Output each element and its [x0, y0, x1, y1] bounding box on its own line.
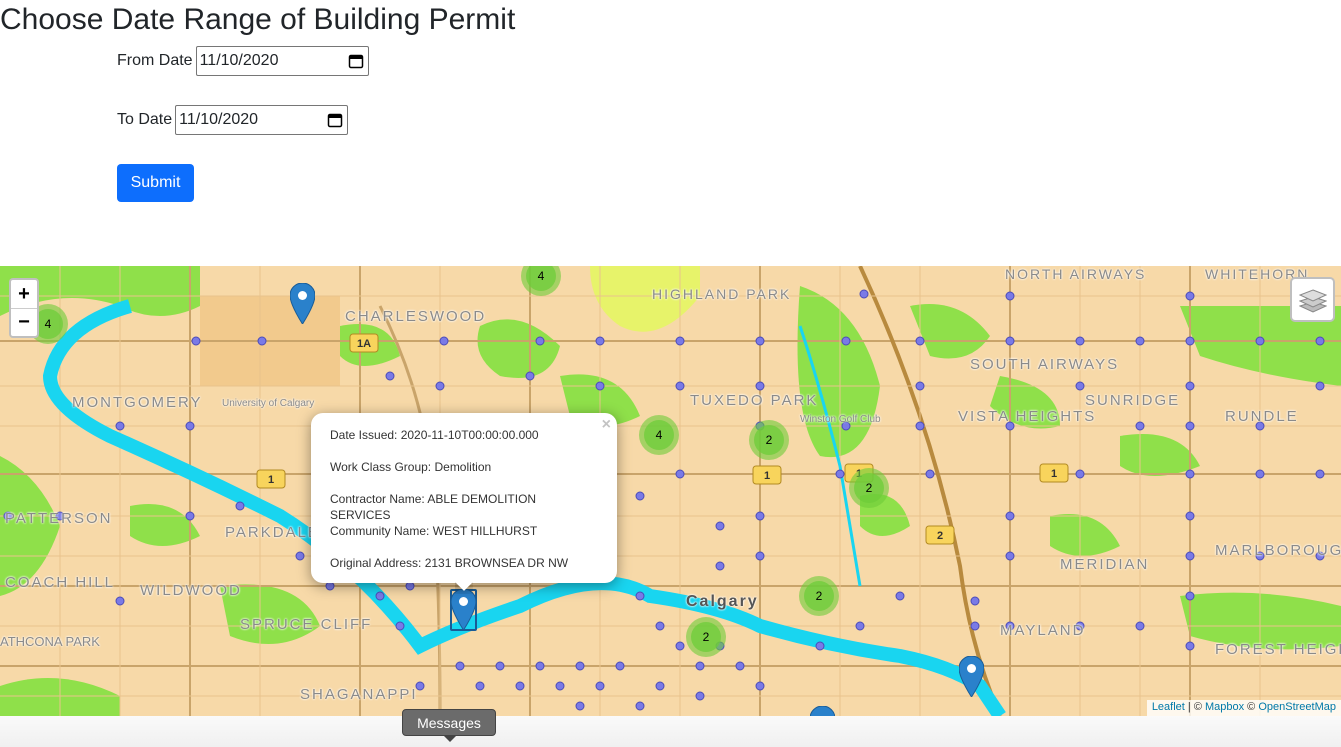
marker-cluster[interactable]: 2 [749, 420, 789, 460]
bottom-bar [0, 716, 1341, 747]
place-label: MARLBOROUGH [1215, 542, 1341, 559]
to-date-input[interactable]: 11/10/2020 [175, 105, 349, 135]
svg-text:1: 1 [268, 474, 274, 486]
marker-cluster[interactable]: 2 [686, 617, 726, 657]
marker-cluster[interactable]: 2 [849, 468, 889, 508]
popup-date-issued: Date Issued: 2020-11-10T00:00:00.000 [330, 428, 539, 442]
zoom-control: + − [9, 278, 39, 338]
place-label: ATHCONA PARK [0, 634, 100, 649]
place-label: NORTH AIRWAYS [1005, 266, 1147, 282]
svg-text:1A: 1A [357, 338, 371, 350]
place-label: MONTGOMERY [72, 394, 203, 411]
page-title: Choose Date Range of Building Permit [0, 3, 516, 36]
place-label: PARKDALE [225, 524, 320, 541]
place-label: MERIDIAN [1060, 556, 1150, 573]
popup-contractor: Contractor Name: ABLE DEMOLITION SERVICE… [330, 492, 537, 522]
map-attribution: Leaflet | © Mapbox © OpenStreetMap [1146, 700, 1341, 716]
submit-button[interactable]: Submit [117, 164, 194, 202]
place-label: FOREST HEIGHTS [1215, 641, 1341, 658]
osm-link[interactable]: OpenStreetMap [1258, 701, 1336, 713]
place-label: VISTA HEIGHTS [958, 408, 1097, 425]
svg-text:1: 1 [764, 470, 770, 482]
zoom-out-button[interactable]: − [11, 308, 37, 336]
place-label: SHAGANAPPI [300, 686, 418, 703]
place-label: COACH HILL [5, 574, 116, 591]
map[interactable]: 1A 1 1 1 1 2 CHARLESWOOD HIGHLAND PARK NOR… [0, 266, 1341, 716]
to-date-value: 11/10/2020 [179, 111, 259, 128]
map-marker-icon[interactable] [959, 656, 984, 697]
popup-address: Original Address: 2131 BROWNSEA DR NW [330, 556, 569, 570]
from-date-value: 11/10/2020 [199, 52, 279, 69]
place-label: RUNDLE [1225, 408, 1299, 425]
map-base-tiles: 1A 1 1 1 1 2 [0, 266, 1341, 716]
selected-map-marker-icon[interactable] [451, 589, 476, 630]
calendar-icon[interactable] [327, 112, 343, 128]
place-label: SPRUCE CLIFF [240, 616, 373, 633]
popup-close-button[interactable]: × [602, 416, 611, 434]
permit-popup: × Date Issued: 2020-11-10T00:00:00.000 W… [311, 413, 617, 583]
place-label: University of Calgary [222, 398, 315, 409]
place-label: PATTERSON [5, 510, 113, 527]
popup-tip [455, 582, 473, 594]
messages-tooltip[interactable]: Messages [402, 709, 496, 742]
from-date-label: From Date [117, 52, 193, 69]
leaflet-link[interactable]: Leaflet [1152, 701, 1185, 713]
mapbox-link[interactable]: Mapbox [1205, 701, 1244, 713]
place-label: WILDWOOD [140, 582, 242, 599]
marker-cluster[interactable]: 4 [639, 415, 679, 455]
marker-cluster[interactable]: 2 [799, 576, 839, 616]
svg-text:2: 2 [937, 530, 943, 542]
svg-text:1: 1 [1051, 468, 1057, 480]
popup-community: Community Name: WEST HILLHURST [330, 524, 538, 538]
popup-work-class: Work Class Group: Demolition [330, 460, 492, 474]
calendar-icon[interactable] [348, 53, 364, 69]
from-date-row: From Date 11/10/2020 [117, 46, 369, 76]
place-label: Calgary [686, 593, 759, 610]
place-label: SOUTH AIRWAYS [970, 356, 1120, 373]
place-label: SUNRIDGE [1085, 392, 1181, 409]
to-date-row: To Date 11/10/2020 [117, 105, 349, 135]
place-label: MAYLAND [1000, 622, 1086, 639]
layers-icon [1298, 288, 1327, 313]
zoom-in-button[interactable]: + [11, 280, 37, 308]
from-date-input[interactable]: 11/10/2020 [195, 46, 369, 76]
to-date-label: To Date [117, 111, 173, 128]
place-label: CHARLESWOOD [345, 308, 487, 325]
map-marker-icon[interactable] [290, 283, 315, 324]
layers-control[interactable] [1290, 277, 1335, 322]
map-marker-icon[interactable] [810, 706, 835, 716]
place-label: HIGHLAND PARK [652, 286, 792, 302]
place-label: TUXEDO PARK [690, 392, 819, 409]
place-label: Winston Golf Club [800, 414, 881, 425]
